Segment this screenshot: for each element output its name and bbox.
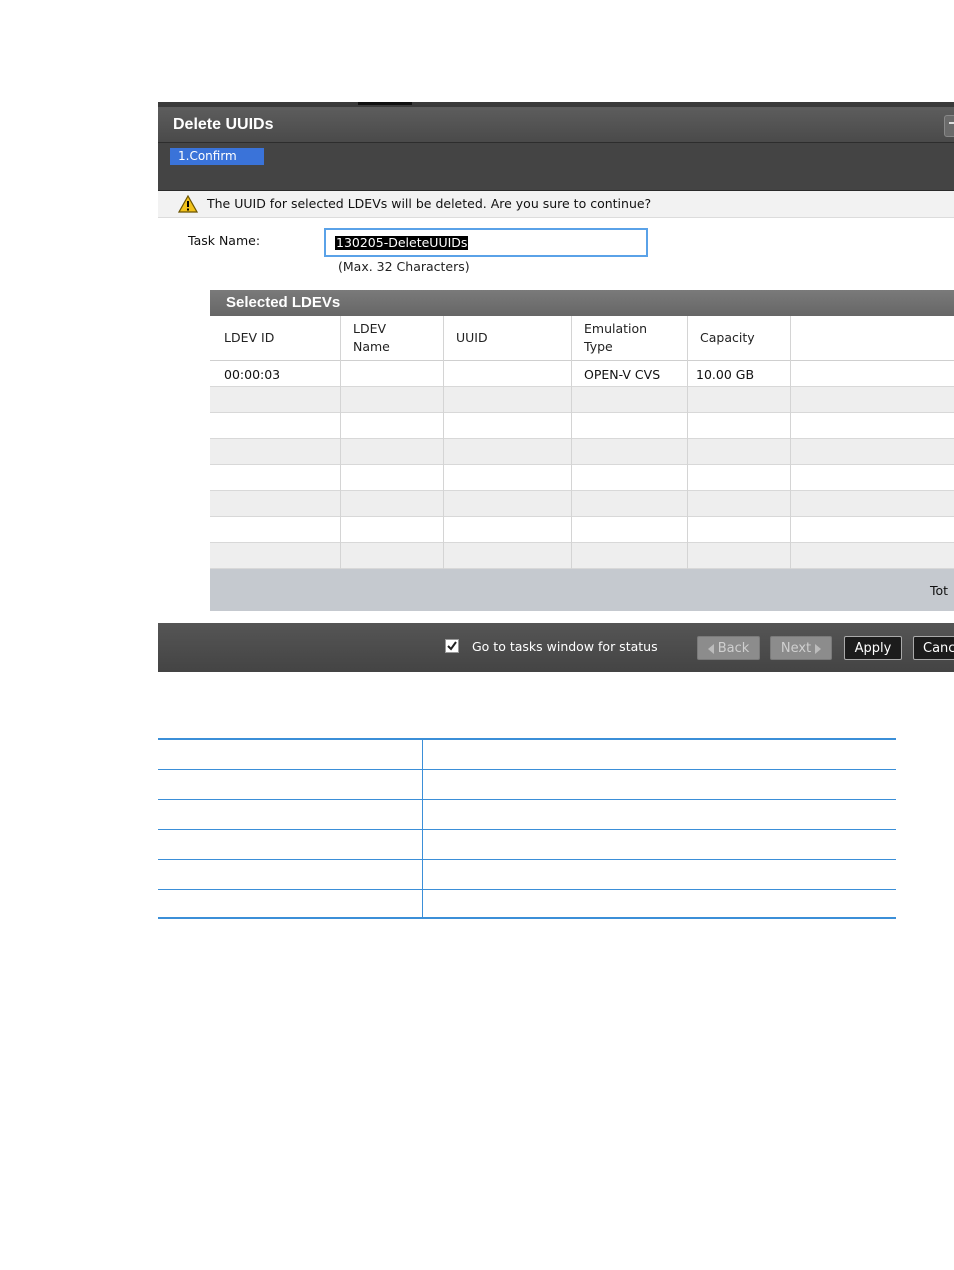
chevron-right-icon bbox=[815, 643, 822, 654]
next-button[interactable]: Next bbox=[770, 636, 832, 660]
empty-row bbox=[210, 491, 954, 517]
task-name-hint: (Max. 32 Characters) bbox=[338, 259, 470, 274]
selected-ldevs-panel: Selected LDEVs LDEV ID LDEV Name UUID Emu… bbox=[210, 290, 954, 611]
col-ldev-id[interactable]: LDEV ID bbox=[224, 316, 274, 360]
panel-footer: Tot bbox=[210, 569, 954, 611]
description-table bbox=[158, 738, 896, 919]
empty-row bbox=[210, 439, 954, 465]
ldev-table: LDEV ID LDEV Name UUID Emulation Type Capa… bbox=[210, 316, 954, 569]
apply-button[interactable]: Apply bbox=[844, 636, 902, 660]
goto-tasks-label[interactable]: Go to tasks window for status bbox=[472, 639, 658, 654]
title-bar: Delete UUIDs bbox=[158, 107, 954, 143]
wizard-steps-bar: 1.Confirm bbox=[158, 143, 954, 191]
task-name-input[interactable]: 130205-DeleteUUIDs bbox=[324, 228, 648, 257]
minimize-icon[interactable] bbox=[944, 115, 954, 137]
col-uuid[interactable]: UUID bbox=[456, 316, 488, 360]
task-name-label: Task Name: bbox=[188, 233, 261, 248]
warning-triangle-icon bbox=[178, 195, 198, 213]
back-button[interactable]: Back bbox=[697, 636, 760, 660]
panel-header: Selected LDEVs bbox=[210, 290, 954, 316]
empty-row bbox=[210, 543, 954, 569]
table-row[interactable]: 00:00:03 OPEN-V CVS 10.00 GB bbox=[210, 361, 954, 387]
panel-title: Selected LDEVs bbox=[226, 294, 341, 311]
step-confirm[interactable]: 1.Confirm bbox=[170, 148, 264, 165]
total-label: Tot bbox=[930, 583, 949, 598]
table-header: LDEV ID LDEV Name UUID Emulation Type Capa… bbox=[210, 316, 954, 361]
goto-tasks-checkbox[interactable] bbox=[445, 639, 459, 653]
empty-row bbox=[210, 517, 954, 543]
cell-ldev-id: 00:00:03 bbox=[224, 367, 281, 382]
col-capacity[interactable]: Capacity bbox=[700, 316, 755, 360]
col-ldev-name[interactable]: LDEV Name bbox=[353, 316, 390, 360]
warning-message: The UUID for selected LDEVs will be dele… bbox=[207, 196, 652, 211]
empty-row bbox=[210, 465, 954, 491]
dialog-title: Delete UUIDs bbox=[173, 116, 274, 133]
warning-bar: The UUID for selected LDEVs will be dele… bbox=[158, 191, 954, 218]
delete-uuids-dialog: Delete UUIDs 1.Confirm The UUID for sele… bbox=[158, 102, 954, 672]
col-emulation-type[interactable]: Emulation Type bbox=[584, 316, 647, 360]
button-bar: Go to tasks window for status Back Next … bbox=[158, 623, 954, 672]
checkmark-icon bbox=[447, 641, 457, 651]
empty-row bbox=[210, 413, 954, 439]
chevron-left-icon bbox=[707, 643, 714, 654]
cancel-button[interactable]: Canc bbox=[913, 636, 954, 660]
cell-capacity: 10.00 GB bbox=[696, 367, 755, 382]
cell-emulation: OPEN-V CVS bbox=[584, 367, 661, 382]
task-name-value: 130205-DeleteUUIDs bbox=[335, 235, 469, 250]
empty-row bbox=[210, 387, 954, 413]
